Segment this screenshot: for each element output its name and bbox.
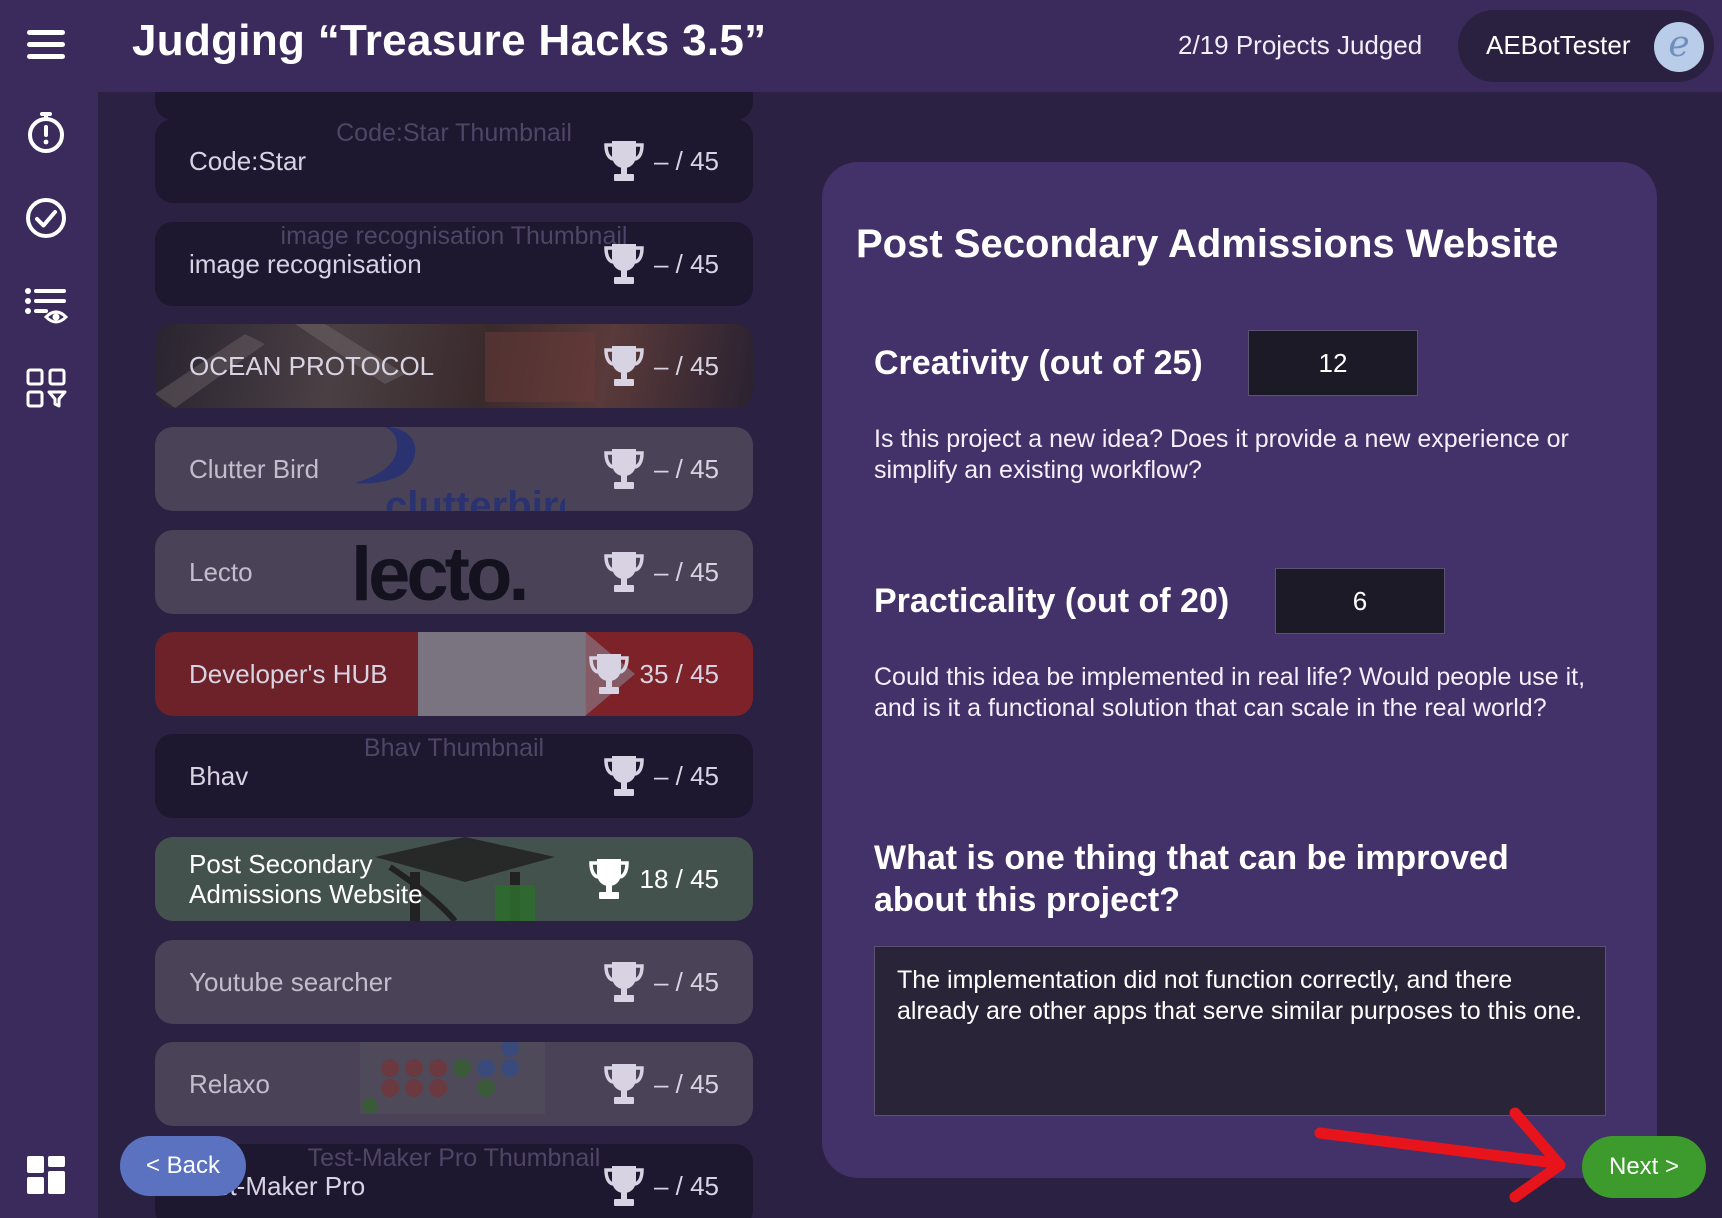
score-text: – / 45 — [653, 760, 719, 791]
trophy-icon — [604, 552, 644, 592]
project-title: Post Secondary Admissions Website — [856, 222, 1559, 266]
project-name: Bhav — [189, 761, 249, 791]
check-circle-icon[interactable] — [24, 196, 68, 240]
score-text: – / 45 — [653, 350, 719, 381]
trophy-icon — [604, 1064, 644, 1104]
top-bar: Judging “Treasure Hacks 3.5” 2/19 Projec… — [98, 0, 1722, 92]
trophy-icon — [604, 141, 644, 181]
menu-icon[interactable] — [24, 22, 68, 66]
project-name: Developer's HUB — [189, 659, 388, 689]
project-card-test-maker-pro[interactable]: Test-Maker Pro Thumbnail Test-Maker Pro … — [155, 1144, 753, 1218]
trophy-icon — [604, 346, 644, 386]
user-menu[interactable]: AEBotTester e — [1458, 10, 1714, 82]
judging-panel: Post Secondary Admissions Website Creati… — [822, 162, 1657, 1178]
clutterbird-logo: clutterbird — [355, 427, 565, 511]
project-name: Clutter Bird — [189, 454, 320, 484]
project-name: image recognisation — [189, 249, 422, 279]
practicality-score-input[interactable]: 6 — [1275, 568, 1445, 634]
logo-text: lecto. — [351, 532, 526, 614]
judging-progress: 2/19 Projects Judged — [1178, 30, 1423, 60]
project-score: – / 45 — [604, 734, 719, 818]
project-name: Youtube searcher — [189, 967, 392, 997]
lecto-logo: lecto. — [351, 532, 530, 614]
project-name: Post Secondary Admissions Website — [189, 849, 423, 909]
creativity-score-input[interactable]: 12 — [1248, 330, 1418, 396]
project-name: Code:Star — [189, 146, 307, 176]
project-score: 35 / 45 — [589, 632, 719, 716]
improvement-feedback-textarea[interactable]: The implementation did not function corr… — [874, 946, 1606, 1116]
score-text: 18 / 45 — [639, 863, 719, 894]
project-score: – / 45 — [604, 530, 719, 614]
project-score: – / 45 — [604, 324, 719, 408]
project-score: – / 45 — [604, 119, 719, 203]
practicality-label: Practicality (out of 20) — [874, 582, 1230, 620]
project-score: – / 45 — [604, 427, 719, 511]
trophy-icon — [604, 244, 644, 284]
project-card-ocean-protocol[interactable]: OCEAN PROTOCOL – / 45 — [155, 324, 753, 408]
user-name: AEBotTester — [1486, 30, 1631, 60]
timer-icon[interactable] — [24, 110, 68, 154]
project-score: – / 45 — [604, 1042, 719, 1126]
trophy-icon — [604, 449, 644, 489]
project-card-image-recognisation[interactable]: image recognisation Thumbnail image reco… — [155, 222, 753, 306]
project-name: Lecto — [189, 557, 253, 587]
project-list[interactable]: Code:Star Thumbnail Code:Star – / 45 ima… — [155, 92, 753, 1218]
score-text: 35 / 45 — [639, 658, 719, 689]
dashboard-icon[interactable] — [24, 1153, 68, 1197]
project-card-lecto[interactable]: lecto. Lecto – / 45 — [155, 530, 753, 614]
project-card-post-secondary-admissions-website[interactable]: Post Secondary Admissions Website 18 / 4… — [155, 837, 753, 921]
annotation-arrow-icon — [1314, 1107, 1566, 1203]
project-score: – / 45 — [604, 940, 719, 1024]
score-text: – / 45 — [653, 966, 719, 997]
score-text: – / 45 — [653, 1170, 719, 1201]
score-text: – / 45 — [653, 145, 719, 176]
list-eye-icon[interactable] — [24, 284, 68, 328]
avatar: e — [1654, 22, 1704, 72]
back-button[interactable]: < Back — [120, 1136, 246, 1196]
score-text: – / 45 — [653, 248, 719, 279]
grid-filter-icon[interactable] — [24, 366, 68, 410]
calendar-thumbnail — [360, 1042, 545, 1114]
practicality-description: Could this idea be implemented in real l… — [874, 663, 1586, 722]
project-name: Relaxo — [189, 1069, 270, 1099]
project-score: 18 / 45 — [589, 837, 719, 921]
project-name: OCEAN PROTOCOL — [189, 351, 435, 381]
page-title: Judging “Treasure Hacks 3.5” — [132, 16, 767, 65]
trophy-icon — [589, 859, 630, 899]
project-card[interactable] — [155, 92, 753, 120]
project-card-clutter-bird[interactable]: clutterbird Clutter Bird – / 45 — [155, 427, 753, 511]
score-text: – / 45 — [653, 556, 719, 587]
sidebar-rail — [0, 0, 98, 1218]
creativity-description: Is this project a new idea? Does it prov… — [874, 425, 1569, 484]
trophy-icon — [604, 1166, 644, 1206]
project-score: – / 45 — [604, 222, 719, 306]
project-card-code-star[interactable]: Code:Star Thumbnail Code:Star – / 45 — [155, 119, 753, 203]
project-card-relaxo[interactable]: Relaxo – / 45 — [155, 1042, 753, 1126]
score-text: – / 45 — [653, 453, 719, 484]
trophy-icon — [604, 962, 644, 1002]
score-text: – / 45 — [653, 1068, 719, 1099]
improvement-question: What is one thing that can be improved a… — [874, 839, 1509, 919]
creativity-label: Creativity (out of 25) — [874, 344, 1203, 382]
logo-text: clutterbird — [385, 484, 565, 511]
project-card-bhav[interactable]: Bhav Thumbnail Bhav – / 45 — [155, 734, 753, 818]
trophy-icon — [604, 756, 644, 796]
trophy-icon — [589, 654, 630, 694]
project-card-developers-hub[interactable]: Developer's HUB 35 / 45 — [155, 632, 753, 716]
project-card-youtube-searcher[interactable]: Youtube searcher – / 45 — [155, 940, 753, 1024]
next-button[interactable]: Next > — [1582, 1136, 1706, 1198]
project-score: – / 45 — [604, 1144, 719, 1218]
